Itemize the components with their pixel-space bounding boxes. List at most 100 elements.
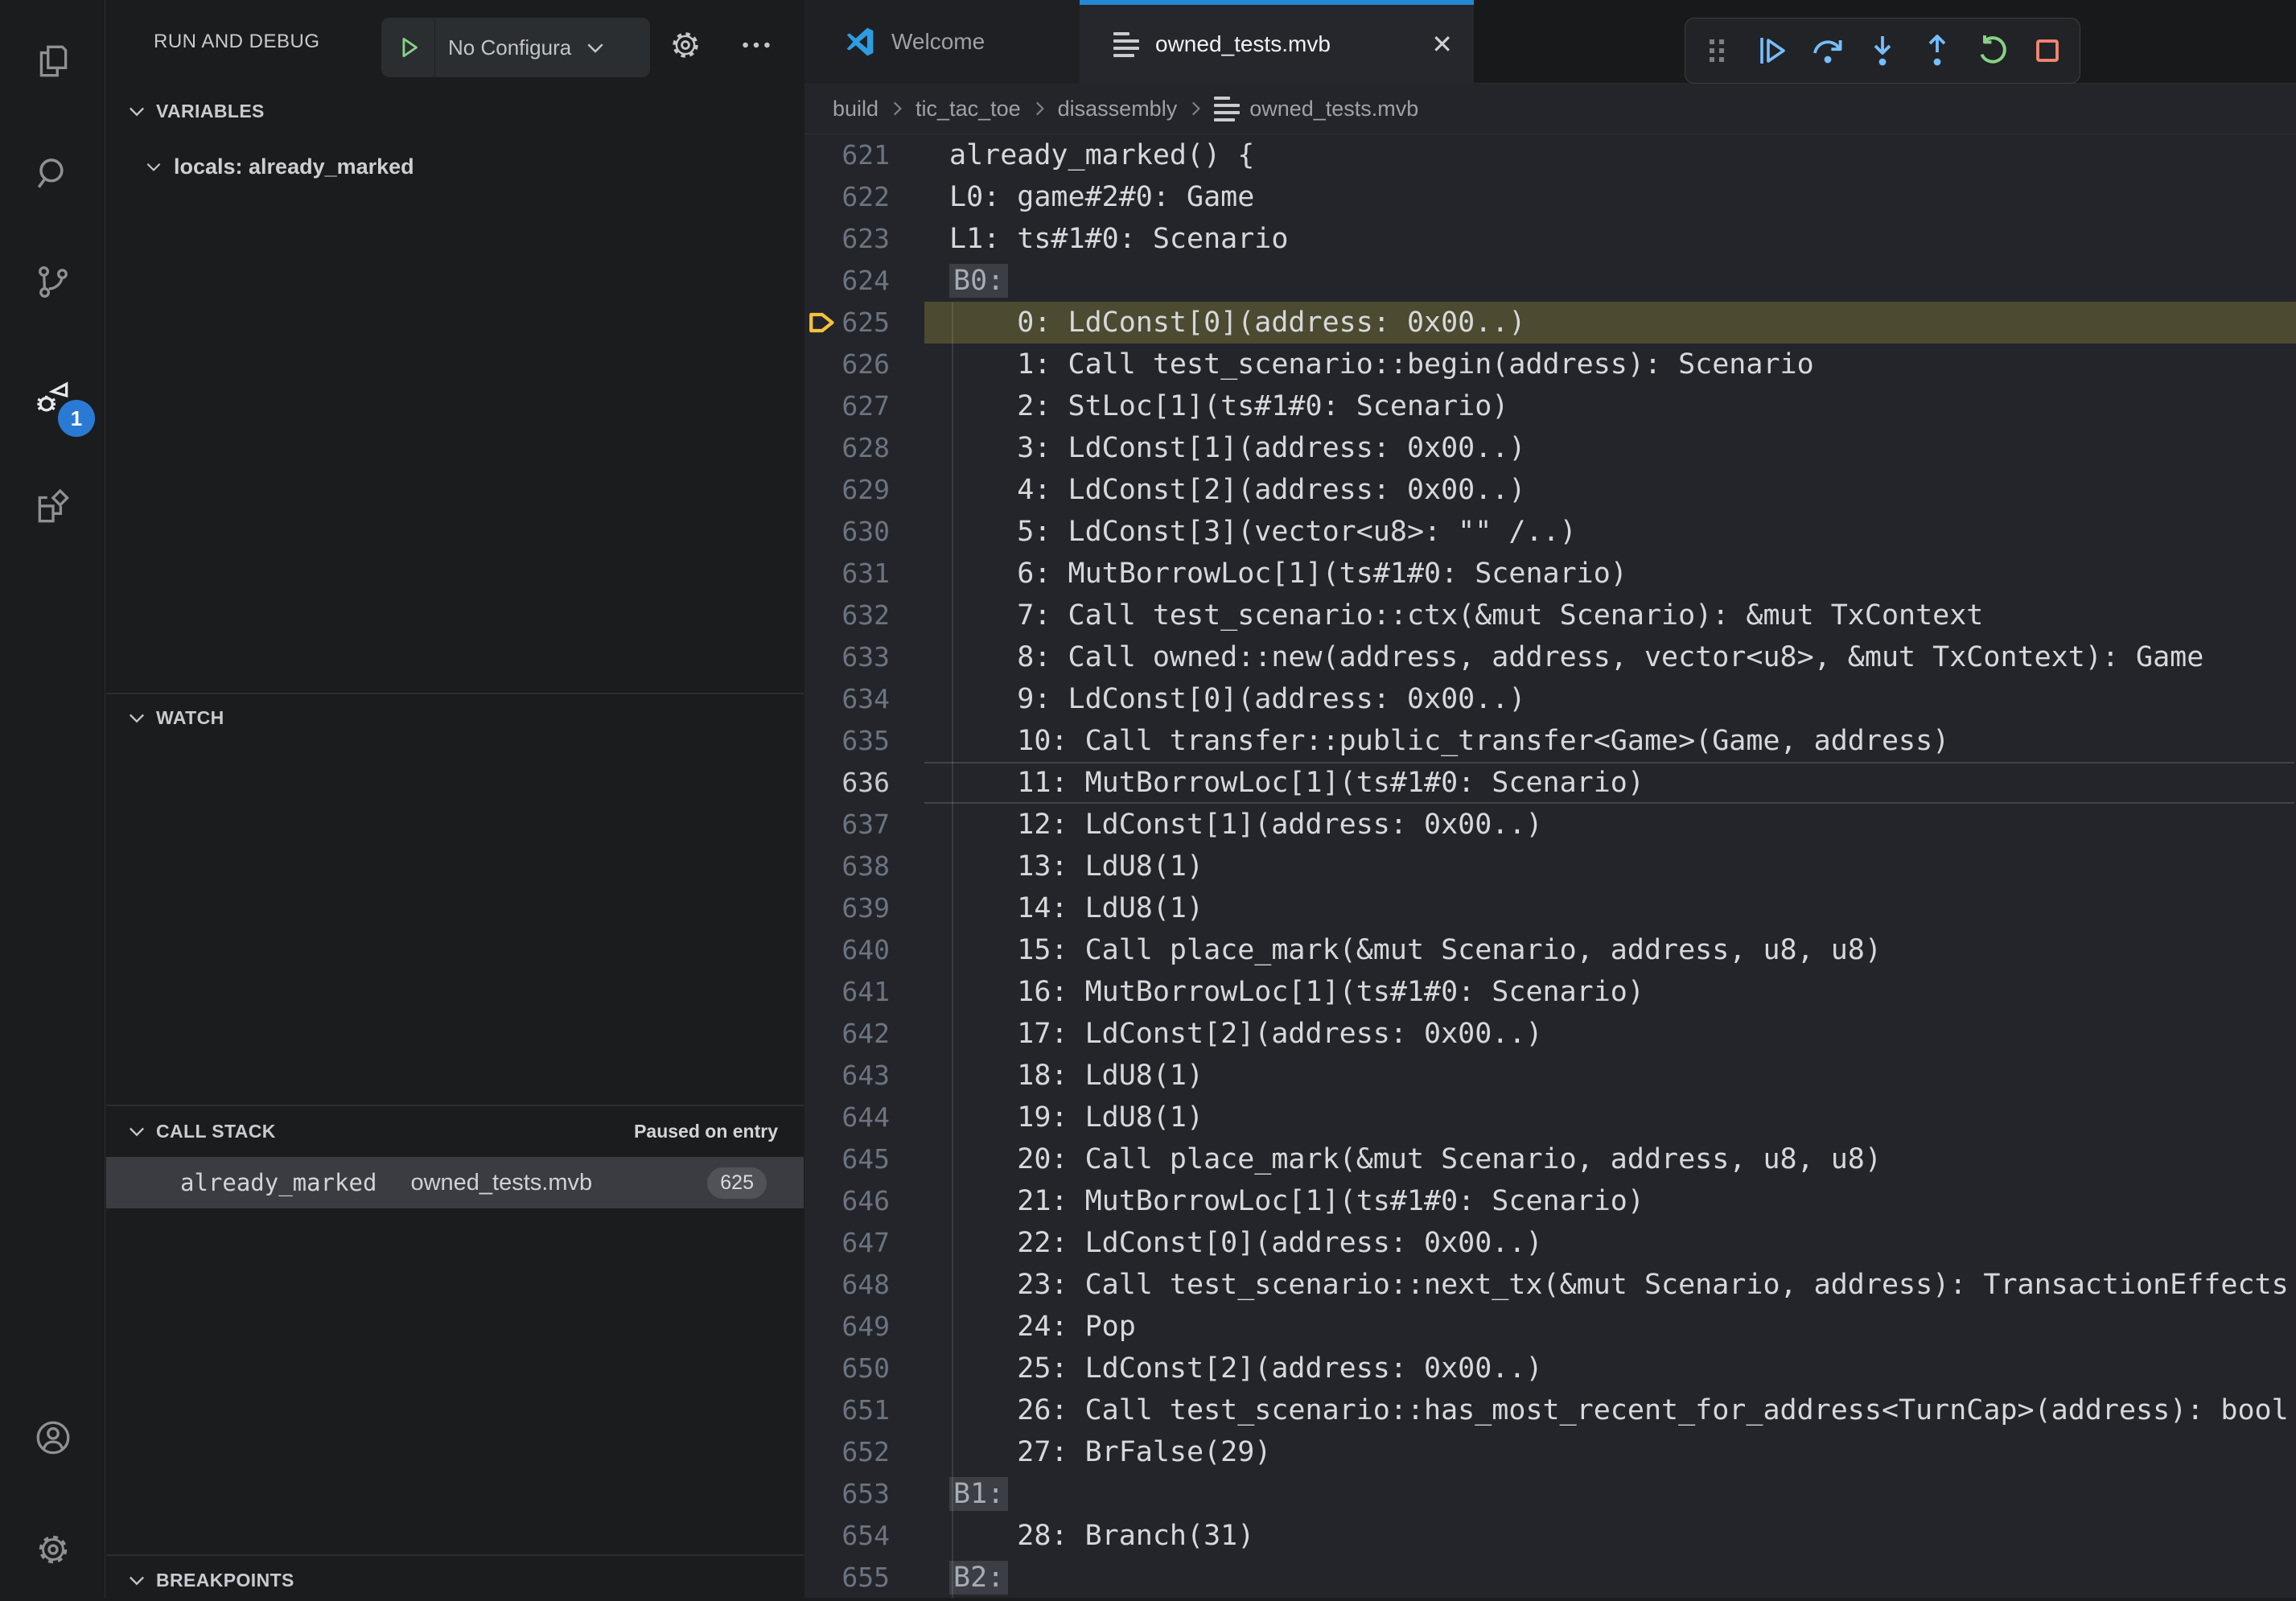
- debug-settings-gear-icon[interactable]: [667, 27, 704, 64]
- code-line[interactable]: 652 27: BrFalse(29): [804, 1431, 2296, 1473]
- line-number[interactable]: 626: [804, 344, 890, 385]
- breakpoints-section-header[interactable]: BREAKPOINTS: [106, 1559, 804, 1601]
- code-line[interactable]: 647 22: LdConst[0](address: 0x00..): [804, 1222, 2296, 1264]
- step-over-icon[interactable]: [1808, 31, 1847, 70]
- code-line[interactable]: 631 6: MutBorrowLoc[1](ts#1#0: Scenario): [804, 553, 2296, 595]
- line-number[interactable]: 636: [804, 762, 890, 804]
- code-line[interactable]: 649 24: Pop: [804, 1306, 2296, 1348]
- code-line[interactable]: 625 0: LdConst[0](address: 0x00..): [804, 302, 2296, 344]
- code-line[interactable]: 648 23: Call test_scenario::next_tx(&mut…: [804, 1264, 2296, 1306]
- breadcrumb-item[interactable]: tic_tac_toe: [916, 97, 1021, 121]
- call-stack-section-header[interactable]: CALL STACK Paused on entry: [106, 1110, 804, 1152]
- restart-icon[interactable]: [1973, 31, 2012, 70]
- line-number[interactable]: 624: [804, 260, 890, 302]
- line-number[interactable]: 643: [804, 1055, 890, 1097]
- code-line[interactable]: 646 21: MutBorrowLoc[1](ts#1#0: Scenario…: [804, 1180, 2296, 1222]
- breadcrumb-item[interactable]: owned_tests.mvb: [1249, 97, 1418, 121]
- line-number[interactable]: 640: [804, 929, 890, 971]
- code-line[interactable]: 644 19: LdU8(1): [804, 1097, 2296, 1138]
- line-number[interactable]: 627: [804, 385, 890, 427]
- drag-handle-icon[interactable]: [1698, 31, 1737, 70]
- line-number[interactable]: 649: [804, 1306, 890, 1348]
- line-number[interactable]: 630: [804, 511, 890, 553]
- code-line[interactable]: 624B0:: [804, 260, 2296, 302]
- line-number[interactable]: 641: [804, 971, 890, 1013]
- line-number[interactable]: 635: [804, 720, 890, 762]
- code-line[interactable]: 621already_marked() {: [804, 134, 2296, 176]
- code-line[interactable]: 651 26: Call test_scenario::has_most_rec…: [804, 1389, 2296, 1431]
- close-icon[interactable]: ✕: [1431, 29, 1453, 60]
- line-number[interactable]: 638: [804, 846, 890, 887]
- code-line[interactable]: 655B2:: [804, 1557, 2296, 1598]
- code-line[interactable]: 640 15: Call place_mark(&mut Scenario, a…: [804, 929, 2296, 971]
- line-number[interactable]: 647: [804, 1222, 890, 1264]
- line-number[interactable]: 637: [804, 804, 890, 846]
- source-control-icon[interactable]: [33, 262, 73, 303]
- line-number[interactable]: 633: [804, 636, 890, 678]
- line-number[interactable]: 655: [804, 1557, 890, 1598]
- line-number[interactable]: 650: [804, 1348, 890, 1389]
- line-number[interactable]: 645: [804, 1138, 890, 1180]
- code-line[interactable]: 623L1: ts#1#0: Scenario: [804, 218, 2296, 260]
- explorer-icon[interactable]: [33, 41, 73, 81]
- line-number[interactable]: 629: [804, 469, 890, 511]
- variables-section-header[interactable]: VARIABLES: [106, 90, 804, 132]
- line-number[interactable]: 654: [804, 1515, 890, 1557]
- breadcrumb-item[interactable]: build: [833, 97, 878, 121]
- line-number[interactable]: 632: [804, 595, 890, 636]
- tab-welcome[interactable]: Welcome: [804, 0, 1080, 84]
- code-line[interactable]: 642 17: LdConst[2](address: 0x00..): [804, 1013, 2296, 1055]
- more-actions-icon[interactable]: [738, 27, 775, 64]
- continue-icon[interactable]: [1753, 31, 1792, 70]
- breadcrumb-item[interactable]: disassembly: [1058, 97, 1178, 121]
- line-number[interactable]: 622: [804, 176, 890, 218]
- code-line[interactable]: 622L0: game#2#0: Game: [804, 176, 2296, 218]
- start-debug-icon[interactable]: [396, 34, 423, 61]
- line-number[interactable]: 644: [804, 1097, 890, 1138]
- code-line[interactable]: 626 1: Call test_scenario::begin(address…: [804, 344, 2296, 385]
- line-number[interactable]: 639: [804, 887, 890, 929]
- line-number[interactable]: 628: [804, 427, 890, 469]
- extensions-icon[interactable]: [33, 488, 73, 528]
- step-out-icon[interactable]: [1918, 31, 1957, 70]
- line-number[interactable]: 651: [804, 1389, 890, 1431]
- code-line[interactable]: 636 11: MutBorrowLoc[1](ts#1#0: Scenario…: [804, 762, 2296, 804]
- settings-gear-icon[interactable]: [33, 1529, 73, 1570]
- code-line[interactable]: 645 20: Call place_mark(&mut Scenario, a…: [804, 1138, 2296, 1180]
- debug-config-dropdown[interactable]: No Configura: [381, 18, 650, 77]
- code-line[interactable]: 627 2: StLoc[1](ts#1#0: Scenario): [804, 385, 2296, 427]
- code-line[interactable]: 638 13: LdU8(1): [804, 846, 2296, 887]
- code-editor[interactable]: 621already_marked() {622L0: game#2#0: Ga…: [804, 134, 2296, 1598]
- stop-icon[interactable]: [2028, 31, 2067, 70]
- code-line[interactable]: 654 28: Branch(31): [804, 1515, 2296, 1557]
- step-into-icon[interactable]: [1863, 31, 1902, 70]
- account-icon[interactable]: [33, 1418, 73, 1458]
- code-line[interactable]: 630 5: LdConst[3](vector<u8>: "" /..): [804, 511, 2296, 553]
- line-number[interactable]: 621: [804, 134, 890, 176]
- code-line[interactable]: 653B1:: [804, 1473, 2296, 1515]
- code-line[interactable]: 629 4: LdConst[2](address: 0x00..): [804, 469, 2296, 511]
- code-line[interactable]: 635 10: Call transfer::public_transfer<G…: [804, 720, 2296, 762]
- search-icon[interactable]: [33, 154, 73, 194]
- line-number[interactable]: 631: [804, 553, 890, 595]
- line-number[interactable]: 623: [804, 218, 890, 260]
- code-line[interactable]: 639 14: LdU8(1): [804, 887, 2296, 929]
- line-number[interactable]: 642: [804, 1013, 890, 1055]
- locals-scope-row[interactable]: locals: already_marked: [106, 146, 804, 187]
- tab-owned-tests[interactable]: owned_tests.mvb ✕: [1080, 0, 1474, 84]
- code-line[interactable]: 637 12: LdConst[1](address: 0x00..): [804, 804, 2296, 846]
- line-number[interactable]: 646: [804, 1180, 890, 1222]
- code-line[interactable]: 641 16: MutBorrowLoc[1](ts#1#0: Scenario…: [804, 971, 2296, 1013]
- line-number[interactable]: 653: [804, 1473, 890, 1515]
- code-line[interactable]: 633 8: Call owned::new(address, address,…: [804, 636, 2296, 678]
- line-number[interactable]: 648: [804, 1264, 890, 1306]
- code-line[interactable]: 643 18: LdU8(1): [804, 1055, 2296, 1097]
- line-number[interactable]: 634: [804, 678, 890, 720]
- watch-section-header[interactable]: WATCH: [106, 697, 804, 739]
- code-line[interactable]: 628 3: LdConst[1](address: 0x00..): [804, 427, 2296, 469]
- call-stack-frame-row[interactable]: already_marked owned_tests.mvb 625: [106, 1157, 804, 1208]
- code-line[interactable]: 632 7: Call test_scenario::ctx(&mut Scen…: [804, 595, 2296, 636]
- code-line[interactable]: 634 9: LdConst[0](address: 0x00..): [804, 678, 2296, 720]
- code-line[interactable]: 650 25: LdConst[2](address: 0x00..): [804, 1348, 2296, 1389]
- line-number[interactable]: 652: [804, 1431, 890, 1473]
